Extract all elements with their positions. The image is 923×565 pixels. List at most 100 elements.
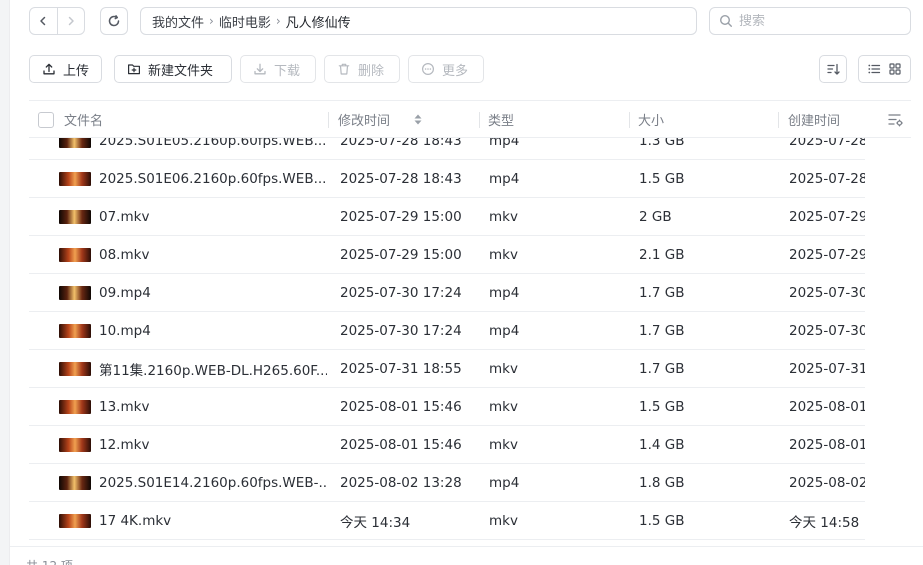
file-type: mkv xyxy=(489,246,518,263)
table-row[interactable]: 2025.S01E14.2160p.60fps.WEB-... 2025-08-… xyxy=(29,464,865,502)
breadcrumb-separator-icon: › xyxy=(275,14,281,28)
column-settings-icon xyxy=(888,114,904,127)
file-size: 1.7 GB xyxy=(639,322,685,339)
select-all-checkbox[interactable] xyxy=(38,112,54,128)
created-time: 2025-07-30 xyxy=(789,322,865,339)
table-row[interactable]: 08.mkv 2025-07-29 15:00 mkv 2.1 GB 2025-… xyxy=(29,236,865,274)
column-header-mtime[interactable]: 修改时间 xyxy=(338,101,476,137)
upload-label: 上传 xyxy=(63,63,90,79)
file-type: mkv xyxy=(489,512,518,529)
file-type: mp4 xyxy=(489,284,520,301)
column-settings-button[interactable] xyxy=(887,111,904,132)
video-thumbnail xyxy=(59,172,91,186)
file-name[interactable]: 2025.S01E05.2160p.60fps.WEB... xyxy=(99,138,327,159)
file-name[interactable]: 第11集.2160p.WEB-DL.H265.60F... xyxy=(99,350,327,387)
sidebar-edge xyxy=(0,0,10,565)
file-name[interactable]: 10.mp4 xyxy=(99,312,327,349)
column-divider[interactable] xyxy=(328,112,329,128)
download-icon xyxy=(254,63,266,75)
back-button[interactable] xyxy=(30,8,57,34)
column-header-size[interactable]: 大小 xyxy=(638,101,664,137)
forward-button[interactable] xyxy=(58,8,85,34)
sort-button[interactable] xyxy=(819,55,847,83)
video-thumbnail xyxy=(59,400,91,414)
history-nav xyxy=(29,7,85,35)
table-row[interactable]: 09.mp4 2025-07-30 17:24 mp4 1.7 GB 2025-… xyxy=(29,274,865,312)
list-view-button[interactable] xyxy=(864,59,884,79)
modified-time: 2025-07-28 18:43 xyxy=(340,170,462,187)
file-name[interactable]: 2025.S01E14.2160p.60fps.WEB-... xyxy=(99,464,327,501)
column-header-ctime[interactable]: 创建时间 xyxy=(788,101,840,137)
download-button[interactable]: 下载 xyxy=(240,55,316,83)
file-size: 1.5 GB xyxy=(639,512,685,529)
created-time: 2025-07-29 xyxy=(789,208,865,225)
video-thumbnail xyxy=(59,476,91,490)
download-label: 下载 xyxy=(274,63,301,79)
file-name[interactable]: 13.mkv xyxy=(99,388,327,425)
column-divider[interactable] xyxy=(479,112,480,128)
video-thumbnail xyxy=(59,324,91,338)
item-count: 共 12 项 xyxy=(26,557,73,565)
column-header-type[interactable]: 类型 xyxy=(488,101,514,137)
file-name[interactable]: 2025.S01E06.2160p.60fps.WEB... xyxy=(99,160,327,197)
table-row[interactable]: 13.mkv 2025-08-01 15:46 mkv 1.5 GB 2025-… xyxy=(29,388,865,426)
modified-time: 2025-07-30 17:24 xyxy=(340,322,462,339)
video-thumbnail xyxy=(59,362,91,376)
modified-time: 2025-08-01 15:46 xyxy=(340,436,462,453)
list-view-icon xyxy=(868,64,880,74)
table-row[interactable]: 17 4K.mkv 今天 14:34 mkv 1.5 GB 今天 14:58 xyxy=(29,502,865,540)
column-header-name[interactable]: 文件名 xyxy=(64,101,103,137)
breadcrumb-item-my-files[interactable]: 我的文件 xyxy=(152,12,204,31)
file-type: mkv xyxy=(489,436,518,453)
file-size: 1.7 GB xyxy=(639,360,685,377)
more-button[interactable]: 更多 xyxy=(408,55,484,83)
breadcrumb: 我的文件 › 临时电影 › 凡人修仙传 xyxy=(140,7,697,35)
created-time: 2025-07-29 xyxy=(789,246,865,263)
file-size: 1.7 GB xyxy=(639,284,685,301)
more-icon xyxy=(421,62,435,76)
table-row[interactable]: 第11集.2160p.WEB-DL.H265.60F... 2025-07-31… xyxy=(29,350,865,388)
breadcrumb-item-temp-movies[interactable]: 临时电影 xyxy=(219,12,271,31)
file-name[interactable]: 08.mkv xyxy=(99,236,327,273)
video-thumbnail xyxy=(59,210,91,224)
table-row[interactable]: 10.mp4 2025-07-30 17:24 mp4 1.7 GB 2025-… xyxy=(29,312,865,350)
breadcrumb-item-current[interactable]: 凡人修仙传 xyxy=(286,12,351,31)
refresh-button[interactable] xyxy=(100,7,128,35)
upload-button[interactable]: 上传 xyxy=(29,55,102,83)
created-time: 2025-07-28 xyxy=(789,170,865,187)
column-divider[interactable] xyxy=(778,112,779,128)
modified-time: 2025-07-29 15:00 xyxy=(340,246,462,263)
file-type: mkv xyxy=(489,208,518,225)
grid-view-button[interactable] xyxy=(885,59,905,79)
modified-time: 今天 14:34 xyxy=(340,514,411,531)
table-row[interactable]: 07.mkv 2025-07-29 15:00 mkv 2 GB 2025-07… xyxy=(29,198,865,236)
view-toggle xyxy=(858,55,911,83)
table-row[interactable]: 12.mkv 2025-08-01 15:46 mkv 1.4 GB 2025-… xyxy=(29,426,865,464)
grid-view-icon xyxy=(889,63,901,75)
table-row[interactable]: 2025.S01E05.2160p.60fps.WEB... 2025-07-2… xyxy=(29,138,865,160)
file-list[interactable]: 2025.S01E05.2160p.60fps.WEB... 2025-07-2… xyxy=(29,138,865,542)
file-name[interactable]: 09.mp4 xyxy=(99,274,327,311)
modified-time: 2025-07-30 17:24 xyxy=(340,284,462,301)
column-divider[interactable] xyxy=(629,112,630,128)
created-time: 2025-07-30 xyxy=(789,284,865,301)
file-type: mp4 xyxy=(489,322,520,339)
top-bar: 我的文件 › 临时电影 › 凡人修仙传 xyxy=(29,7,911,35)
file-name[interactable]: 17 4K.mkv xyxy=(99,502,327,539)
modified-time: 2025-08-01 15:46 xyxy=(340,398,462,415)
new-folder-button[interactable]: 新建文件夹 xyxy=(114,55,232,83)
created-time: 2025-08-01 xyxy=(789,436,865,453)
search-box xyxy=(709,7,911,35)
file-size: 1.3 GB xyxy=(639,138,685,149)
modified-time: 2025-08-02 13:28 xyxy=(340,474,462,491)
file-type: mkv xyxy=(489,398,518,415)
delete-label: 删除 xyxy=(358,63,385,79)
file-name[interactable]: 12.mkv xyxy=(99,426,327,463)
action-toolbar: 上传 新建文件夹 下载 删除 更多 xyxy=(29,55,911,83)
file-name[interactable]: 07.mkv xyxy=(99,198,327,235)
search-input[interactable] xyxy=(739,13,889,29)
video-thumbnail xyxy=(59,438,91,452)
delete-button[interactable]: 删除 xyxy=(324,55,400,83)
file-size: 2.1 GB xyxy=(639,246,685,263)
table-row[interactable]: 2025.S01E06.2160p.60fps.WEB... 2025-07-2… xyxy=(29,160,865,198)
